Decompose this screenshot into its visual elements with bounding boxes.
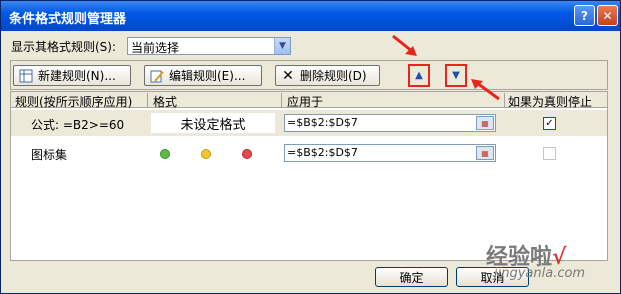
show-rules-select[interactable]: 当前选择 ▼	[127, 37, 291, 55]
titlebar: 条件格式规则管理器 ? ✕	[1, 1, 620, 31]
show-rules-value: 当前选择	[131, 41, 180, 55]
rules-table: 规则(按所示顺序应用) 格式 应用于 如果为真则停止 公式: =B2>=60 未…	[10, 91, 608, 261]
move-up-button[interactable]: ▲	[408, 64, 430, 87]
col-divider	[281, 93, 282, 107]
applies-to-value: =$B$2:$D$7	[287, 116, 358, 129]
rules-toolbar: 新建规则(N)... 编辑规则(E)... ✕ 删除规则(D) ▲ ▼	[10, 60, 608, 90]
stop-if-true-checkbox[interactable]: ✓	[543, 117, 556, 130]
watermark-url: jingyanla.com	[494, 266, 586, 281]
stop-if-true-checkbox[interactable]	[543, 147, 556, 160]
applies-to-field[interactable]: =$B$2:$D$7 ▦	[284, 114, 496, 132]
delete-icon: ✕	[282, 67, 294, 84]
rule-name: 图标集	[31, 148, 68, 162]
red-circle-icon	[242, 149, 252, 159]
red-arrow-icon	[392, 34, 417, 56]
col-divider	[504, 93, 505, 107]
table-header: 规则(按所示顺序应用) 格式 应用于 如果为真则停止	[11, 92, 607, 109]
edit-rule-icon	[149, 69, 165, 83]
close-button[interactable]: ✕	[597, 5, 618, 26]
new-rule-label: 新建规则(N)...	[38, 69, 116, 83]
red-arrow-icon	[471, 79, 500, 101]
move-up-icon: ▲	[415, 70, 423, 81]
show-rules-label: 显示其格式规则(S):	[11, 40, 117, 54]
move-down-icon: ▼	[452, 70, 460, 81]
window-title: 条件格式规则管理器	[9, 12, 127, 27]
edit-rule-label: 编辑规则(E)...	[169, 69, 246, 83]
watermark: 经验啦√ jingyanla.com	[486, 239, 585, 281]
range-picker-icon[interactable]: ▦	[476, 146, 494, 160]
rule-name: 公式: =B2>=60	[31, 118, 125, 132]
edit-rule-button[interactable]: 编辑规则(E)...	[144, 65, 262, 86]
help-button[interactable]: ?	[574, 5, 595, 26]
move-down-button[interactable]: ▼	[445, 64, 467, 87]
dialog-window: 条件格式规则管理器 ? ✕ 显示其格式规则(S): 当前选择 ▼ 新建规则(N)…	[0, 0, 621, 294]
applies-to-value: =$B$2:$D$7	[287, 146, 358, 159]
table-row[interactable]: 图标集 =$B$2:$D$7 ▦	[11, 140, 607, 166]
col-format: 格式	[153, 95, 178, 109]
range-picker-icon[interactable]: ▦	[476, 116, 494, 130]
table-row[interactable]: 公式: =B2>=60 未设定格式 =$B$2:$D$7 ▦ ✓	[11, 110, 607, 136]
col-applies-to: 应用于	[287, 95, 324, 109]
green-circle-icon	[160, 149, 170, 159]
applies-to-field[interactable]: =$B$2:$D$7 ▦	[284, 144, 496, 162]
yellow-circle-icon	[201, 149, 211, 159]
col-rule: 规则(按所示顺序应用)	[15, 95, 133, 109]
delete-rule-button[interactable]: ✕ 删除规则(D)	[275, 65, 380, 86]
new-rule-icon	[18, 69, 34, 83]
chevron-down-icon[interactable]: ▼	[274, 38, 290, 54]
col-stop-if-true: 如果为真则停止	[508, 95, 593, 109]
col-divider	[147, 93, 148, 107]
format-preview: 未设定格式	[151, 113, 275, 133]
delete-rule-label: 删除规则(D)	[300, 69, 367, 83]
new-rule-button[interactable]: 新建规则(N)...	[13, 65, 131, 86]
ok-button[interactable]: 确定	[375, 267, 448, 287]
